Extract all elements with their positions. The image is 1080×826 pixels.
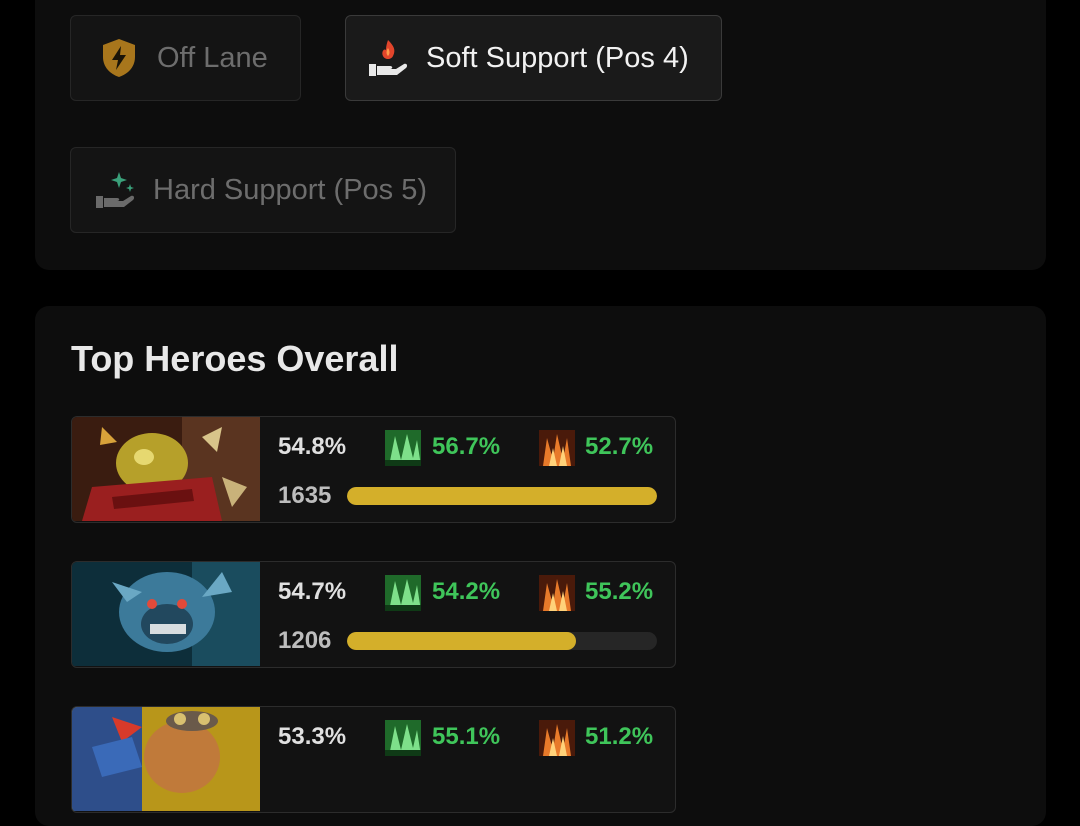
dire-icon [539, 430, 575, 466]
dire-icon [539, 575, 575, 611]
radiant-winrate: 55.1% [432, 723, 501, 750]
hero-winrate: 53.3% [278, 723, 347, 750]
role-label: Soft Support (Pos 4) [426, 41, 689, 74]
role-label: Off Lane [157, 41, 268, 74]
hero-match-count: 1206 [278, 627, 332, 654]
dire-winrate: 52.7% [585, 433, 654, 460]
hero-winrate: 54.8% [278, 433, 347, 460]
hero-portrait-spirit-breaker [72, 562, 260, 666]
hero-portrait-bristleback [72, 417, 260, 521]
hand-flame-icon [366, 36, 410, 80]
radiant-icon [385, 720, 421, 756]
top-heroes-panel: Top Heroes Overall 54.8% 56.7% 52.7% 163… [35, 306, 1046, 826]
popularity-bar [347, 632, 657, 650]
dire-winrate: 51.2% [585, 723, 654, 750]
hero-row[interactable]: 54.7% 54.2% 55.2% 1206 [71, 561, 676, 668]
role-button-hard-support[interactable]: Hard Support (Pos 5) [70, 147, 456, 233]
radiant-icon [385, 575, 421, 611]
role-button-off-lane[interactable]: Off Lane [70, 15, 301, 101]
hero-portrait-monkey-king [72, 707, 260, 811]
hero-winrate: 54.7% [278, 578, 347, 605]
hero-row[interactable]: 53.3% 55.1% 51.2% [71, 706, 676, 813]
dire-icon [539, 720, 575, 756]
popularity-bar-fill [347, 487, 657, 505]
role-label: Hard Support (Pos 5) [153, 173, 428, 206]
popularity-bar [347, 487, 657, 505]
role-filter-panel: Off Lane Soft Support (Pos 4) Hard Suppo… [35, 0, 1046, 270]
shield-lightning-icon [97, 36, 141, 80]
radiant-winrate: 56.7% [432, 433, 501, 460]
section-title: Top Heroes Overall [71, 338, 399, 379]
dire-winrate: 55.2% [585, 578, 654, 605]
radiant-winrate: 54.2% [432, 578, 501, 605]
hero-match-count: 1635 [278, 482, 332, 509]
hand-sparkle-icon [93, 168, 137, 212]
radiant-icon [385, 430, 421, 466]
role-button-soft-support[interactable]: Soft Support (Pos 4) [345, 15, 722, 101]
popularity-bar-fill [347, 632, 577, 650]
hero-row[interactable]: 54.8% 56.7% 52.7% 1635 [71, 416, 676, 523]
